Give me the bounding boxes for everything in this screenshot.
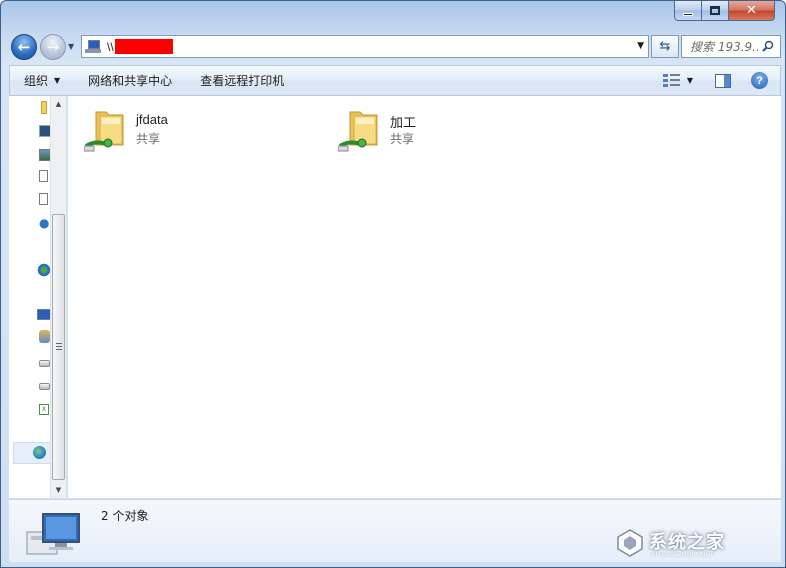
- preview-pane-icon[interactable]: [715, 73, 731, 88]
- watermark-logo-icon: [617, 529, 643, 557]
- remote-printers-label: 查看远程打印机: [200, 74, 285, 88]
- caption-buttons: ✕: [674, 1, 775, 22]
- organize-label: 组织: [24, 74, 49, 88]
- network-icon[interactable]: [33, 446, 46, 459]
- chevron-down-icon: ▼: [54, 76, 61, 85]
- organize-button[interactable]: 组织 ▼: [10, 66, 74, 95]
- change-view-icon[interactable]: [662, 73, 681, 88]
- address-path: \\: [107, 39, 114, 54]
- redacted-address: [114, 39, 173, 54]
- documents-library-icon[interactable]: [39, 170, 48, 182]
- address-bar[interactable]: \\ ▼: [81, 35, 649, 58]
- view-remote-printers-button[interactable]: 查看远程打印机: [186, 66, 298, 95]
- folder-icon[interactable]: [41, 101, 47, 114]
- recent-pages-dropdown[interactable]: ▼: [68, 42, 74, 51]
- forward-button[interactable]: →: [40, 34, 66, 60]
- computer-icon: [85, 39, 101, 54]
- view-options-dropdown[interactable]: ▼: [687, 76, 693, 85]
- network-sharing-label: 网络和共享中心: [88, 74, 173, 88]
- minimize-button[interactable]: [674, 1, 702, 21]
- scroll-up-arrow-icon[interactable]: ▲: [51, 96, 66, 112]
- close-button[interactable]: ✕: [729, 1, 775, 21]
- search-icon[interactable]: [762, 40, 774, 52]
- navigation-pane: ● X ▲ ▼: [9, 96, 67, 498]
- maximize-button[interactable]: [702, 1, 729, 21]
- refresh-icon: ⇆: [659, 39, 671, 54]
- watermark-subtext: XITONGZHIJIA.NET: [651, 551, 715, 558]
- command-bar: 组织 ▼ 网络和共享中心 查看远程打印机 ▼ ?: [9, 65, 781, 96]
- shared-folder-icon: [84, 111, 124, 152]
- back-button[interactable]: ←: [11, 34, 37, 60]
- address-dropdown-icon[interactable]: ▼: [637, 41, 644, 51]
- nav-pane-scrollbar[interactable]: ▲ ▼: [50, 96, 66, 498]
- search-input[interactable]: 搜索 193.9...: [690, 38, 760, 55]
- refresh-button[interactable]: ⇆: [651, 35, 679, 58]
- maximize-icon: [710, 6, 720, 15]
- share-type: 共享: [390, 132, 415, 146]
- share-type: 共享: [136, 132, 161, 146]
- spreadsheet-icon[interactable]: X: [39, 404, 49, 415]
- share-name: 加工: [390, 115, 417, 130]
- details-pane: 2 个对象 系统之家 XITONGZHIJIA.NET: [9, 499, 781, 562]
- computer-icon[interactable]: [37, 309, 51, 320]
- arrow-right-icon: →: [46, 38, 60, 56]
- share-item-jfdata[interactable]: jfdata 共享: [84, 102, 284, 158]
- shared-folder-icon: [338, 111, 378, 152]
- watermark: 系统之家 XITONGZHIJIA.NET: [615, 526, 775, 560]
- file-list: jfdata 共享 加工 共享: [68, 96, 781, 498]
- drive-icon[interactable]: [39, 383, 50, 390]
- item-count: 2 个对象: [101, 509, 149, 523]
- arrow-left-icon: ←: [17, 38, 31, 56]
- document-icon[interactable]: [39, 193, 48, 205]
- drive-icon[interactable]: [39, 360, 50, 367]
- network-sharing-center-button[interactable]: 网络和共享中心: [74, 66, 186, 95]
- network-computer-icon: [26, 513, 80, 555]
- scroll-down-arrow-icon[interactable]: ▼: [51, 482, 66, 498]
- grip-icon: [56, 343, 62, 350]
- search-box[interactable]: 搜索 193.9...: [681, 35, 781, 58]
- navigation-bar: ← → ▼ \\ ▼ ⇆ 搜索 193.9...: [9, 31, 781, 61]
- explorer-window: ✕ ← → ▼ \\ ▼ ⇆ 搜索 193.9... 组织 ▼ 网络和共享中心: [0, 0, 786, 568]
- scrollbar-thumb[interactable]: [52, 214, 65, 480]
- help-icon[interactable]: ?: [751, 72, 768, 89]
- user-folder-icon[interactable]: [39, 330, 50, 343]
- share-name: jfdata: [136, 112, 168, 127]
- minimize-icon: [683, 12, 693, 16]
- share-item-jiagong[interactable]: 加工 共享: [338, 102, 538, 158]
- close-icon: ✕: [746, 3, 757, 18]
- view-controls: ▼ ?: [662, 66, 780, 95]
